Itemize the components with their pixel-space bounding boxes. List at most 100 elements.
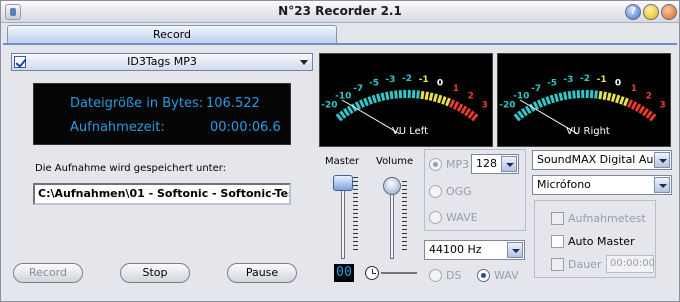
vu-scale-label: 2 xyxy=(468,91,474,101)
input-select[interactable]: Micrófono xyxy=(532,175,672,195)
auto-master-label: Auto Master xyxy=(568,235,635,248)
vu-tick xyxy=(524,105,532,115)
radio-ds-label: DS xyxy=(446,269,462,282)
vu-tick xyxy=(517,110,525,119)
bitrate-select[interactable]: 128 xyxy=(471,154,519,174)
vu-left-gauge: -20-10-7-5 -3 -2 -1 0123VU Left xyxy=(321,74,487,137)
vu-scale-label: -20 xyxy=(321,101,337,111)
vu-tick xyxy=(424,91,429,100)
vu-tick xyxy=(634,103,642,112)
vu-tick xyxy=(464,107,471,117)
volume-slider-knob[interactable] xyxy=(383,177,401,195)
vu-tick xyxy=(432,93,438,102)
vu-tick xyxy=(437,94,443,104)
vu-scale-label: 1 xyxy=(453,84,459,94)
vu-tick xyxy=(389,90,394,100)
duration-input[interactable]: 00:00:00 xyxy=(606,255,655,273)
vu-caption: VU Left xyxy=(392,126,428,137)
balance-slider[interactable] xyxy=(381,272,417,274)
duration-checkbox[interactable] xyxy=(551,258,564,271)
stop-button[interactable]: Stop xyxy=(120,263,190,283)
pause-button[interactable]: Pause xyxy=(227,263,297,283)
save-path-label: Die Aufnahme wird gespeichert unter: xyxy=(35,163,227,174)
save-path-field[interactable]: C:\Aufnahmen\01 - Softonic - Softonic-Te… xyxy=(33,183,291,205)
record-button-label: Record xyxy=(28,266,67,279)
auto-master-checkbox[interactable] xyxy=(551,235,564,248)
radio-wav-label: WAV xyxy=(494,269,519,282)
window-title: N°23 Recorder 2.1 xyxy=(278,4,402,18)
vu-tick xyxy=(642,107,649,117)
vu-tick xyxy=(645,110,653,119)
radio-wave[interactable] xyxy=(429,211,442,224)
vu-tick xyxy=(335,113,343,122)
vu-scale-label: -3 xyxy=(385,75,395,85)
vu-scale-label: 3 xyxy=(659,101,665,111)
vu-tick xyxy=(452,101,460,110)
help-button[interactable]: ? xyxy=(625,4,641,20)
vu-tick xyxy=(567,90,572,100)
app-window: N°23 Recorder 2.1 ? Record ID3Tags MP3 D… xyxy=(0,0,680,302)
clock-icon[interactable] xyxy=(365,266,379,280)
vu-tick xyxy=(619,96,625,105)
vu-tick xyxy=(615,94,621,104)
vu-tick xyxy=(649,113,657,122)
chevron-down-icon xyxy=(501,156,517,172)
vu-tick xyxy=(549,94,555,104)
input-value: Micrófono xyxy=(537,178,591,191)
vu-tick xyxy=(572,90,576,99)
vu-tick xyxy=(385,91,390,100)
vu-tick xyxy=(638,105,646,115)
radio-wave-label: WAVE xyxy=(446,211,478,224)
vu-tick xyxy=(460,105,468,115)
title-bar[interactable]: N°23 Recorder 2.1 ? xyxy=(1,1,679,23)
vu-tick xyxy=(380,92,386,101)
stop-button-label: Stop xyxy=(142,266,168,279)
radio-mp3-label: MP3 xyxy=(446,158,470,171)
sample-rate-select[interactable]: 44100 Hz xyxy=(424,240,525,260)
radio-wav[interactable] xyxy=(477,269,490,282)
status-display: Dateigröße in Bytes: 106.522 Aufnahmezei… xyxy=(33,83,291,145)
radio-ogg[interactable] xyxy=(429,185,442,198)
vu-tick xyxy=(545,96,551,105)
chevron-down-icon xyxy=(654,177,670,193)
vu-tick xyxy=(623,97,629,107)
minimize-button[interactable] xyxy=(643,4,659,20)
record-button[interactable]: Record xyxy=(13,263,83,283)
vu-tick xyxy=(449,99,456,108)
vu-scale-label: -7 xyxy=(353,84,363,94)
vu-scale-label: -2 xyxy=(580,74,590,84)
vu-scale-label: -3 xyxy=(563,75,573,85)
close-button[interactable] xyxy=(661,4,677,20)
radio-ds[interactable] xyxy=(429,269,442,282)
vu-caption: VU Right xyxy=(566,126,610,137)
vu-tick xyxy=(598,90,603,100)
chevron-down-icon xyxy=(300,60,308,65)
vu-tick xyxy=(376,93,382,102)
duration-label: Dauer xyxy=(568,258,602,271)
record-time-label: Aufnahmezeit: xyxy=(70,120,165,135)
bitrate-value: 128 xyxy=(476,157,497,170)
record-test-checkbox[interactable] xyxy=(551,212,564,225)
vu-tick xyxy=(558,92,564,101)
vu-meter-left: -20 -10 -7 -5 -3 -2 -1 0 1 2 3 VU Left xyxy=(319,53,493,147)
vu-scale-label: -1 xyxy=(597,75,607,85)
chevron-down-icon xyxy=(507,242,523,258)
file-size-label: Dateigröße in Bytes: xyxy=(70,96,204,111)
tab-record[interactable]: Record xyxy=(7,25,337,43)
id3-tags-dropdown[interactable]: ID3Tags MP3 xyxy=(11,53,313,71)
master-label: Master xyxy=(325,156,360,167)
soundcard-value: SoundMAX Digital Audio xyxy=(537,153,671,166)
soundcard-select[interactable]: SoundMAX Digital Audio xyxy=(532,150,672,170)
chevron-down-icon xyxy=(654,152,670,168)
vu-scale-label: 2 xyxy=(646,91,652,101)
vu-scale-label: 1 xyxy=(631,84,637,94)
id3-label: ID3Tags MP3 xyxy=(127,55,197,68)
radio-mp3[interactable] xyxy=(429,158,442,171)
volume-slider-ticks xyxy=(402,181,407,251)
vu-tick xyxy=(394,90,398,99)
master-slider-thumb[interactable] xyxy=(333,175,353,191)
vu-tick xyxy=(371,94,377,104)
vu-tick xyxy=(445,97,451,107)
vu-tick xyxy=(521,107,528,117)
vu-tick xyxy=(416,90,420,99)
